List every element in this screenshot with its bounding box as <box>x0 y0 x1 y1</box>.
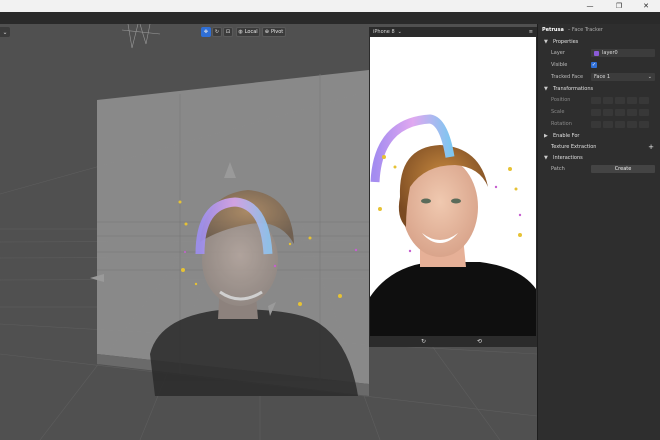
move-icon: ✥ <box>203 29 209 35</box>
position-w-field[interactable] <box>627 96 637 104</box>
section-transformations[interactable]: ▼ Transformations <box>538 83 660 94</box>
section-interactions[interactable]: ▼ Interactions <box>538 152 660 163</box>
tracked-face-label: Tracked Face <box>551 74 584 80</box>
position-x-field[interactable] <box>591 96 601 104</box>
object-name: Petrusa <box>542 27 564 33</box>
tracked-face-row: Tracked Face Face 1 ⌄ <box>538 71 660 83</box>
scale-fields <box>591 108 649 116</box>
pivot-button[interactable]: ⊕ Pivot <box>262 27 286 37</box>
visible-checkbox[interactable]: ✓ <box>591 62 597 68</box>
chevron-down-icon: ⌄ <box>397 29 402 35</box>
scale-label: Scale <box>551 109 565 115</box>
position-extra-field[interactable] <box>639 96 649 104</box>
camera-gizmo-icon[interactable] <box>121 24 161 49</box>
tracked-face-value: Face 1 <box>594 74 611 80</box>
patch-label: Patch <box>551 166 565 172</box>
section-label: Interactions <box>553 154 583 161</box>
local-space-button[interactable]: ◍ Local <box>236 27 260 37</box>
scale-row: Scale <box>538 106 660 118</box>
rotation-x-field[interactable] <box>591 120 601 128</box>
rotate-icon: ↻ <box>214 29 220 35</box>
device-footer: ↻ ⟲ <box>369 336 537 347</box>
close-button[interactable]: ✕ <box>632 0 660 12</box>
minimize-button[interactable]: — <box>576 0 604 12</box>
device-simulator: iPhone 8 ⌄ ≡ ↻ ⟲ <box>369 27 537 347</box>
chevron-down-icon: ▼ <box>544 85 548 92</box>
chevron-down-icon: ⌄ <box>647 74 652 80</box>
position-z-field[interactable] <box>615 96 625 104</box>
chevron-right-icon: ▶ <box>544 132 548 139</box>
scale-tool-button[interactable]: ⊡ <box>223 27 233 37</box>
viewport-menu-button[interactable]: ⌄ <box>0 27 10 37</box>
maximize-button[interactable]: ❐ <box>605 0 633 12</box>
position-y-field[interactable] <box>603 96 613 104</box>
scale-y-field[interactable] <box>603 108 613 116</box>
check-icon: ✓ <box>591 62 597 68</box>
position-row: Position <box>538 94 660 106</box>
section-label: Properties <box>553 38 579 45</box>
section-label: Transformations <box>553 85 594 92</box>
chevron-down-icon: ▼ <box>544 38 548 45</box>
scale-icon: ⊡ <box>225 29 231 35</box>
object-type: – Face Tracker <box>567 27 603 33</box>
rotation-row: Rotation <box>538 118 660 130</box>
position-label: Position <box>551 97 571 103</box>
scale-z-field[interactable] <box>615 108 625 116</box>
section-label: Texture Extraction <box>551 143 597 150</box>
add-texture-extraction-icon[interactable]: + <box>648 143 654 151</box>
window-titlebar: — ❐ ✕ <box>0 0 660 12</box>
scale-w-field[interactable] <box>627 108 637 116</box>
scale-x-field[interactable] <box>591 108 601 116</box>
refresh-icon[interactable]: ↻ <box>421 338 426 345</box>
pivot-icon: ⊕ <box>264 29 269 35</box>
rotate-tool-button[interactable]: ↻ <box>212 27 222 37</box>
close-icon: ✕ <box>643 2 649 10</box>
device-selector[interactable]: iPhone 8 ⌄ <box>373 29 402 35</box>
minimize-icon: — <box>586 2 594 10</box>
visible-row: Visible ✓ <box>538 59 660 71</box>
position-fields <box>591 96 649 104</box>
layer-label: Layer <box>551 50 565 56</box>
layer-value: layer0 <box>602 50 618 56</box>
patch-row: Patch Create <box>538 163 660 175</box>
maximize-icon: ❐ <box>615 2 623 10</box>
rotation-z-field[interactable] <box>615 120 625 128</box>
globe-icon: ◍ <box>238 29 243 35</box>
menu-strip <box>0 12 660 24</box>
rotation-label: Rotation <box>551 121 572 127</box>
chevron-down-icon: ▼ <box>544 154 548 161</box>
section-label: Enable For <box>553 132 580 139</box>
inspector-header: Petrusa – Face Tracker <box>538 24 660 36</box>
menu-icon[interactable]: ≡ <box>529 29 533 35</box>
device-header: iPhone 8 ⌄ ≡ <box>369 27 537 37</box>
tracked-face-dropdown[interactable]: Face 1 ⌄ <box>591 73 655 81</box>
inspector-panel: Petrusa – Face Tracker ▼ Properties Laye… <box>537 24 660 440</box>
chevron-down-icon: ⌄ <box>2 28 8 36</box>
device-preview <box>370 114 536 336</box>
visible-label: Visible <box>551 62 568 68</box>
rotation-fields <box>591 120 649 128</box>
section-texture-extraction[interactable]: Texture Extraction + <box>538 141 660 152</box>
section-properties[interactable]: ▼ Properties <box>538 36 660 47</box>
create-patch-button[interactable]: Create <box>591 165 655 173</box>
rotation-extra-field[interactable] <box>639 120 649 128</box>
move-tool-button[interactable]: ✥ <box>201 27 211 37</box>
create-label: Create <box>614 166 632 172</box>
device-name: iPhone 8 <box>373 29 395 35</box>
layer-row: Layer layer0 <box>538 47 660 59</box>
local-label: Local <box>244 29 258 35</box>
layer-color-swatch <box>594 50 599 56</box>
layer-dropdown[interactable]: layer0 <box>591 49 655 57</box>
section-enable-for[interactable]: ▶ Enable For <box>538 130 660 141</box>
rotation-y-field[interactable] <box>603 120 613 128</box>
pivot-label: Pivot <box>270 29 284 35</box>
rotate-device-icon[interactable]: ⟲ <box>477 338 482 345</box>
scale-extra-field[interactable] <box>639 108 649 116</box>
rotation-w-field[interactable] <box>627 120 637 128</box>
device-screen[interactable] <box>370 37 536 336</box>
